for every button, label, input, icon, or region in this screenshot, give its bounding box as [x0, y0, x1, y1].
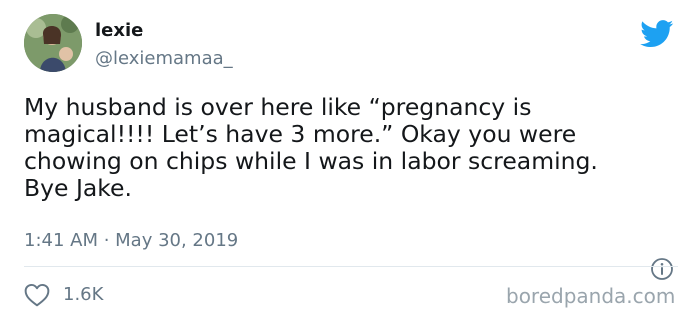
tweet-timestamp[interactable]: 1:41 AM · May 30, 2019: [24, 230, 238, 251]
avatar-photo: [24, 14, 82, 72]
twitter-bird-icon[interactable]: [640, 20, 674, 48]
display-name[interactable]: lexie: [95, 20, 143, 41]
avatar[interactable]: [24, 14, 82, 72]
like-count: 1.6K: [63, 284, 104, 305]
user-handle[interactable]: @lexiemamaa_: [95, 48, 233, 69]
tweet-card: lexie @lexiemamaa_ My husband is over he…: [0, 0, 700, 319]
tweet-text: My husband is over here like “pregnancy …: [24, 93, 598, 202]
watermark: boredpanda.com: [506, 284, 676, 308]
info-icon[interactable]: [650, 257, 674, 281]
divider: [24, 266, 678, 267]
heart-icon[interactable]: [24, 283, 50, 307]
